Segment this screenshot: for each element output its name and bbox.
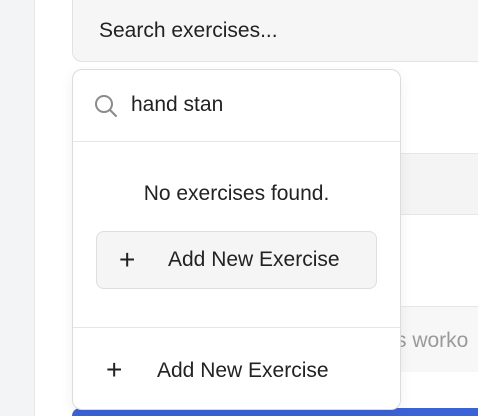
sidebar-edge (0, 0, 35, 416)
search-icon (93, 93, 119, 119)
no-results-message: No exercises found. (143, 182, 330, 205)
add-new-exercise-footer-label: Add New Exercise (157, 359, 329, 382)
dropdown-search-input[interactable] (131, 88, 381, 122)
add-new-exercise-label: Add New Exercise (168, 248, 340, 271)
plus-icon: + (119, 244, 136, 275)
exercise-search-trigger[interactable]: Search exercises... (72, 0, 478, 62)
background-notes-placeholder: s worko (396, 329, 469, 352)
page: Search exercises... s worko No exercises… (0, 0, 478, 416)
dropdown-search-bar (73, 70, 400, 142)
exercise-search-dropdown: No exercises found. + Add New Exercise +… (72, 69, 401, 410)
add-new-exercise-button[interactable]: + Add New Exercise (96, 231, 377, 289)
add-new-exercise-footer-item[interactable]: + Add New Exercise (73, 327, 400, 411)
search-placeholder: Search exercises... (99, 19, 278, 42)
plus-icon: + (106, 354, 123, 385)
